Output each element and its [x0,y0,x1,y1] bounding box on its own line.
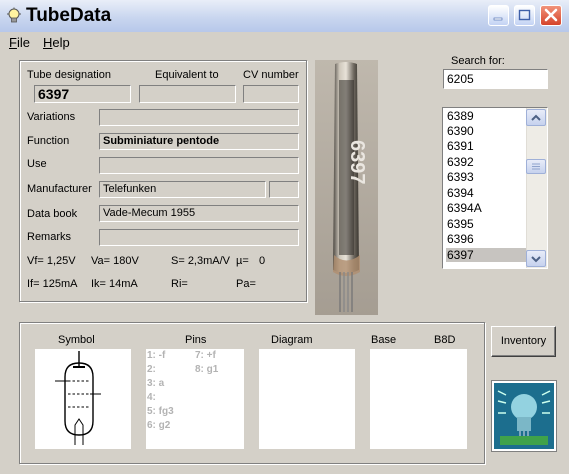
chevron-down-icon [531,256,541,263]
list-scrollbar[interactable] [526,108,547,268]
manufacturer-label: Manufacturer [27,183,92,195]
databook-label: Data book [27,208,78,220]
pa-value: Pa= [236,278,256,290]
symbol-box [35,349,131,449]
use-label: Use [27,158,47,170]
maximize-button[interactable] [514,5,535,26]
pin-5: 5: fg3 [147,406,174,417]
pin-6: 6: g2 [147,420,171,431]
function-field[interactable]: Subminiature pentode [99,133,299,150]
manufacturer-extra-field[interactable] [269,181,299,198]
menu-file[interactable]: File [9,35,30,50]
variations-label: Variations [27,111,76,123]
list-item[interactable]: 6391 [446,139,529,153]
search-label: Search for: [451,55,505,67]
cv-field[interactable] [243,85,299,103]
logo-icon [494,383,554,449]
use-field[interactable] [99,157,299,174]
menu-help-accel: H [43,35,53,50]
pin-1: 1: -f [147,350,166,361]
search-input[interactable]: 6205 [443,69,548,89]
list-item[interactable]: 6394A [446,201,529,215]
diagram-label: Diagram [271,334,313,346]
pins-box: 1: -f 7: +f 2: 8: g1 3: a 4: 5: fg3 6: g… [146,349,244,449]
pin-2: 2: [147,364,156,375]
remarks-label: Remarks [27,231,72,243]
menu-help-label: elp [52,35,70,50]
base-value: B8D [434,334,456,346]
list-item[interactable]: 6390 [446,124,529,138]
maximize-icon [518,9,531,21]
designation-label: Tube designation [27,69,111,81]
symbol-label: Symbol [58,334,95,346]
equivalent-field[interactable] [139,85,236,103]
tube-photo: 6397 [315,60,378,315]
if-value: If= 125mA [27,278,78,290]
base-box [370,349,467,449]
close-icon [544,8,558,22]
pin-7: 7: +f [195,350,216,361]
inventory-button[interactable]: Inventory [491,326,556,357]
list-item[interactable]: 6395 [446,217,529,231]
window-title: TubeData [26,5,112,26]
va-value: Va= 180V [91,255,139,267]
equivalent-label: Equivalent to [155,69,219,81]
pentode-symbol-icon [55,351,101,445]
cv-label: CV number [243,69,299,81]
pin-8: 8: g1 [195,364,219,375]
pins-label: Pins [185,334,207,346]
lightbulb-icon [7,7,21,23]
list-item[interactable]: 6396 [446,232,529,246]
pin-4: 4: [147,392,156,403]
menu-file-label: ile [16,35,30,50]
list-item[interactable]: 6389 [446,109,529,123]
mu-label: µ= [236,255,249,267]
vf-value: Vf= 1,25V [27,255,76,267]
remarks-field[interactable] [99,229,299,246]
grip-icon [532,163,540,170]
list-item[interactable]: 6392 [446,155,529,169]
scroll-up-button[interactable] [526,109,546,126]
close-button[interactable] [540,5,562,26]
minimize-icon [493,17,503,21]
list-item[interactable]: 6393 [446,170,529,184]
tube-marking: 6397 [346,140,368,185]
chevron-up-icon [531,114,541,121]
ik-value: Ik= 14mA [91,278,138,290]
variations-field[interactable] [99,109,299,126]
ri-value: Ri= [171,278,188,290]
base-label: Base [371,334,397,346]
list-item-selected[interactable]: 6397 [446,248,529,263]
tube-logo-image [491,380,557,452]
databook-field[interactable]: Vade-Mecum 1955 [99,205,299,222]
menu-help[interactable]: Help [43,35,70,50]
scroll-thumb[interactable] [526,159,546,174]
mu-value: 0 [259,255,266,267]
manufacturer-field[interactable]: Telefunken [99,181,266,198]
minimize-button[interactable] [488,5,509,26]
list-item[interactable]: 6394 [446,186,529,200]
diagram-box [259,349,355,449]
pin-3: 3: a [147,378,165,389]
function-label: Function [27,135,70,147]
s-value: S= 2,3mA/V [171,255,231,267]
designation-field[interactable]: 6397 [34,85,131,103]
scroll-down-button[interactable] [526,250,546,267]
menu-file-accel: F [9,35,17,50]
